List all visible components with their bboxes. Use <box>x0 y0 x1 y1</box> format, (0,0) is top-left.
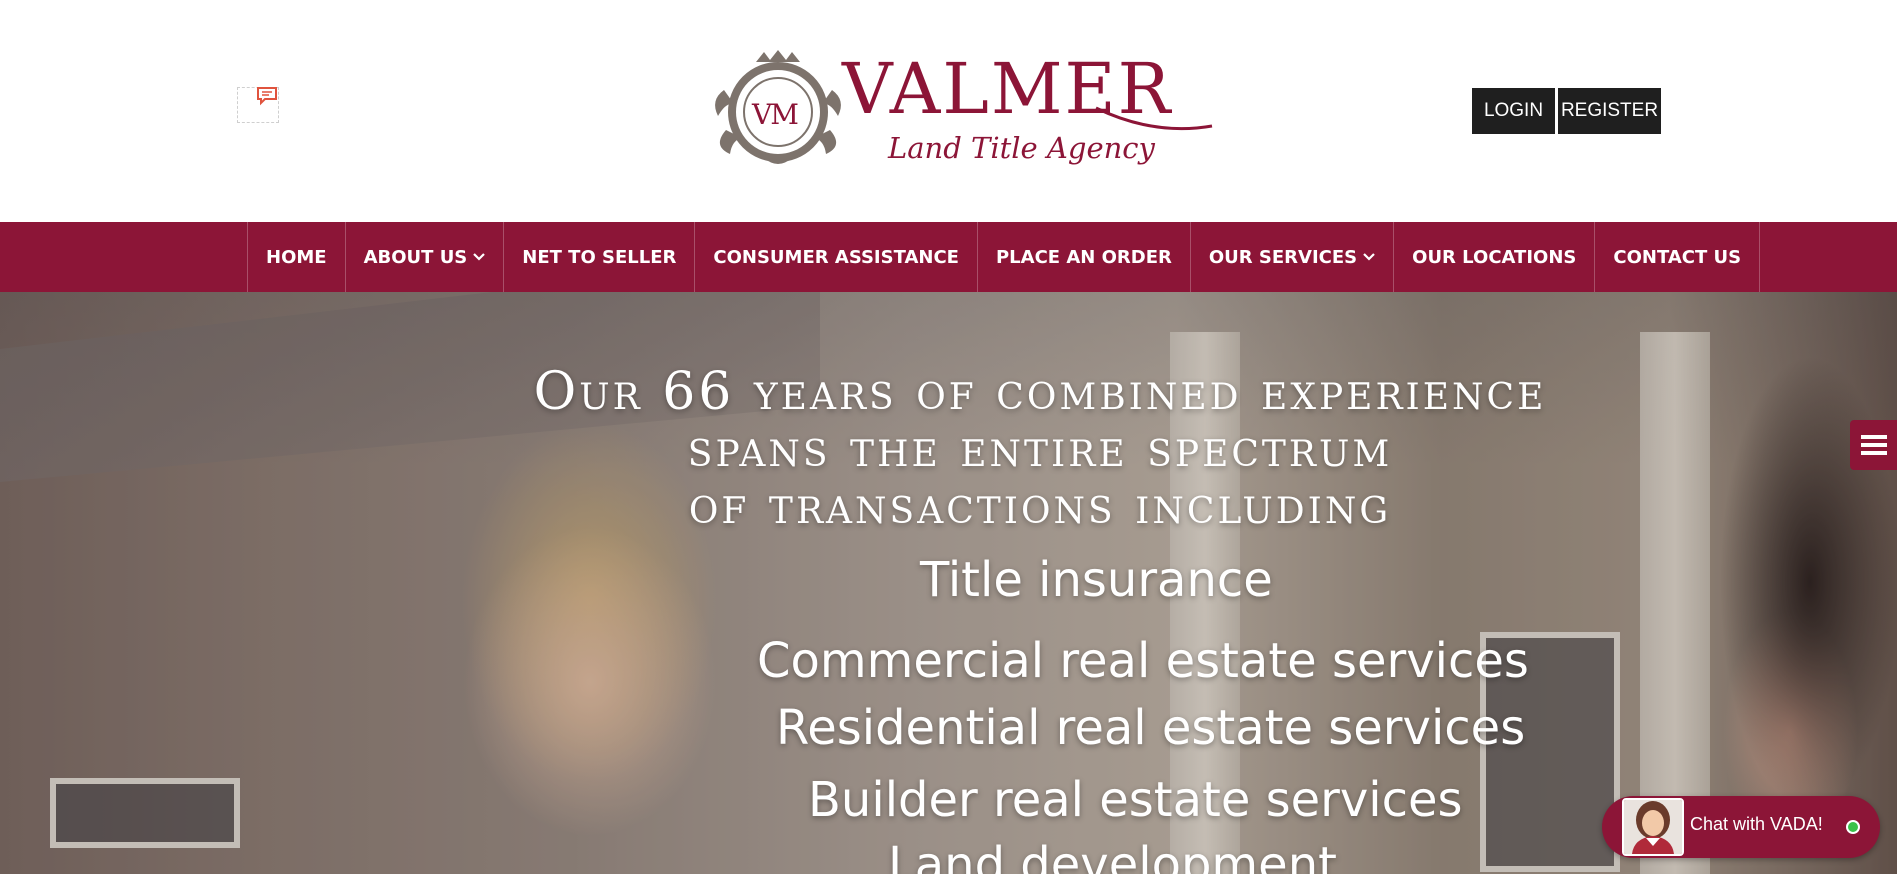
hamburger-menu-icon <box>1860 435 1887 455</box>
service-residential: Residential real estate services <box>776 700 1526 756</box>
chevron-down-icon <box>1363 253 1375 261</box>
nav-label: OUR LOCATIONS <box>1412 246 1577 268</box>
nav-label: OUR SERVICES <box>1208 246 1358 268</box>
service-builder: Builder real estate services <box>808 772 1463 828</box>
nav-home[interactable]: HOME <box>248 222 346 292</box>
valmer-logo[interactable]: VM VALMER Land Title Agency <box>708 46 1214 176</box>
hero-banner: Our 66 years of combined experience span… <box>0 292 1897 874</box>
message-icon <box>257 87 277 106</box>
nav-our-services[interactable]: OUR SERVICES <box>1191 222 1395 292</box>
hero-heading: Our 66 years of combined experience span… <box>400 364 1680 535</box>
nav-our-locations[interactable]: OUR LOCATIONS <box>1394 222 1596 292</box>
nav-label: CONSUMER ASSISTANCE <box>713 246 959 268</box>
nav-consumer-assistance[interactable]: CONSUMER ASSISTANCE <box>695 222 978 292</box>
online-status-dot <box>1846 820 1860 834</box>
chat-launcher[interactable]: Chat with VADA! <box>1602 796 1880 858</box>
nav-contact-us[interactable]: CONTACT US <box>1595 222 1761 292</box>
chat-avatar <box>1622 798 1684 856</box>
logo-monogram: VM <box>752 98 799 131</box>
nav-net-to-seller[interactable]: NET TO SELLER <box>504 222 696 292</box>
assistant-avatar-icon <box>1624 800 1682 854</box>
logo-swash <box>1095 106 1213 131</box>
nav-label: PLACE AN ORDER <box>995 246 1172 268</box>
logo-tagline: Land Title Agency <box>888 131 1155 165</box>
register-button[interactable]: REGISTER <box>1558 88 1661 134</box>
hero-heading-line: Our 66 years of combined experience <box>533 362 1547 422</box>
chat-label: Chat with VADA! <box>1690 814 1823 834</box>
nav-label: CONTACT US <box>1613 246 1742 268</box>
nav-place-an-order[interactable]: PLACE AN ORDER <box>978 222 1191 292</box>
hero-heading-line: spans the entire spectrum <box>687 419 1393 479</box>
nav-about-us[interactable]: ABOUT US <box>346 222 505 292</box>
main-nav: HOME ABOUT US NET TO SELLER CONSUMER ASS… <box>0 222 1897 292</box>
side-menu-button[interactable] <box>1850 420 1897 470</box>
nav-label: ABOUT US <box>363 246 468 268</box>
service-land-development: Land development <box>888 837 1337 874</box>
site-header: VM VALMER Land Title Agency LOGIN REGIST… <box>0 0 1897 222</box>
login-button[interactable]: LOGIN <box>1472 88 1555 134</box>
service-title-insurance: Title insurance <box>920 552 1273 608</box>
service-commercial: Commercial real estate services <box>757 633 1529 689</box>
message-widget[interactable] <box>237 87 279 123</box>
nav-label: HOME <box>266 246 327 268</box>
chevron-down-icon <box>473 253 486 261</box>
hero-heading-line: of transactions including <box>688 476 1392 536</box>
nav-label: NET TO SELLER <box>522 246 677 268</box>
